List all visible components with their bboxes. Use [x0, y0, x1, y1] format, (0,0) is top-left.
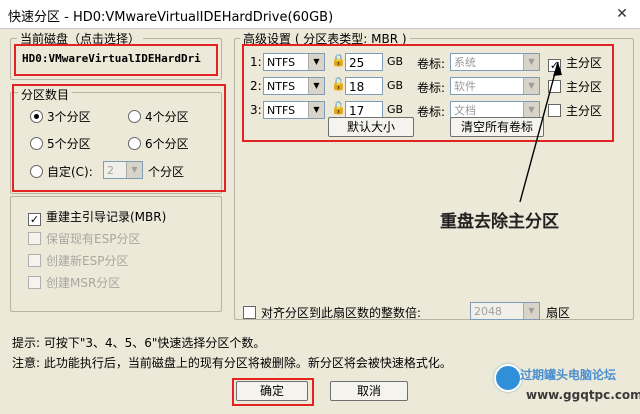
partition-count-label: 分区数目	[18, 86, 73, 103]
row3-index: 3:	[250, 103, 262, 117]
align-value: 2048	[474, 305, 502, 318]
row1-fs-value: NTFS	[267, 56, 296, 69]
align-checkbox[interactable]: 对齐分区到此扇区数的整数倍:	[243, 304, 421, 321]
row3-unit: GB	[387, 103, 404, 116]
chevron-down-icon: ▼	[523, 303, 539, 319]
chevron-down-icon: ▼	[126, 162, 142, 178]
watermark-logo-icon	[494, 364, 522, 392]
chevron-down-icon: ▼	[308, 102, 324, 118]
hint-line-1: 提示: 可按下"3、4、5、6"快速选择分区个数。	[12, 336, 266, 350]
custom-count-select[interactable]: 2 ▼	[103, 161, 143, 179]
quick-partition-dialog: 快速分区 - HD0:VMwareVirtualIDEHardDrive(60G…	[0, 0, 640, 414]
row2-size-input[interactable]: 18	[345, 77, 383, 95]
radio-3-partitions[interactable]: 3个分区	[30, 108, 91, 125]
row3-vol-label: 卷标:	[417, 105, 446, 119]
rebuild-mbr-checkbox[interactable]: ✓ 重建主引导记录(MBR)	[28, 208, 166, 226]
lock-open-icon[interactable]: 🔓	[331, 101, 346, 115]
radio-6-label: 6个分区	[145, 137, 189, 151]
row1-fs-select[interactable]: NTFS ▼	[263, 53, 325, 71]
row2-vol-value: 软件	[454, 80, 476, 93]
hint-line-2: 注意: 此功能执行后，当前磁盘上的现有分区将被删除。新分区将会被快速格式化。	[12, 356, 452, 370]
keep-esp-label: 保留现有ESP分区	[46, 232, 141, 246]
create-esp-box[interactable]	[28, 254, 41, 267]
create-msr-box[interactable]	[28, 276, 41, 289]
radio-6-dot[interactable]	[128, 137, 141, 150]
arrow-head	[553, 62, 562, 76]
row3-size-value: 17	[349, 104, 365, 118]
radio-custom-dot[interactable]	[30, 165, 43, 178]
watermark: 过期罐头电脑论坛 www.ggqtpc.com	[486, 362, 640, 410]
create-esp-checkbox[interactable]: 创建新ESP分区	[28, 252, 128, 269]
align-unit: 扇区	[546, 306, 571, 320]
radio-6-partitions[interactable]: 6个分区	[128, 135, 189, 152]
arrow-line	[519, 61, 559, 203]
row1-unit: GB	[387, 55, 404, 68]
radio-5-label: 5个分区	[47, 137, 91, 151]
radio-custom-label: 自定(C):	[47, 165, 93, 179]
lock-open-icon[interactable]: 🔓	[331, 77, 346, 91]
create-msr-label: 创建MSR分区	[46, 276, 121, 290]
row2-unit: GB	[387, 79, 404, 92]
chevron-down-icon: ▼	[308, 54, 324, 70]
create-esp-label: 创建新ESP分区	[46, 254, 129, 268]
current-disk-value[interactable]: HD0:VMwareVirtualIDEHardDri	[22, 52, 201, 65]
radio-5-dot[interactable]	[30, 137, 43, 150]
row2-fs-value: NTFS	[267, 80, 296, 93]
row1-index: 1:	[250, 55, 262, 69]
default-size-button[interactable]: 默认大小	[328, 117, 414, 137]
radio-3-label: 3个分区	[47, 110, 91, 124]
radio-3-dot[interactable]	[30, 110, 43, 123]
radio-4-partitions[interactable]: 4个分区	[128, 108, 189, 125]
row3-fs-select[interactable]: NTFS ▼	[263, 101, 325, 119]
radio-4-dot[interactable]	[128, 110, 141, 123]
row1-size-input[interactable]: 25	[345, 53, 383, 71]
row3-fs-value: NTFS	[267, 104, 296, 117]
align-box[interactable]	[243, 306, 256, 319]
check-icon[interactable]: ✓	[28, 213, 41, 226]
annotation-text: 重盘去除主分区	[440, 212, 559, 232]
title-bar: 快速分区 - HD0:VMwareVirtualIDEHardDrive(60G…	[0, 0, 640, 29]
row2-fs-select[interactable]: NTFS ▼	[263, 77, 325, 95]
radio-4-label: 4个分区	[145, 110, 189, 124]
row2-vol-label: 卷标:	[417, 81, 446, 95]
cancel-button[interactable]: 取消	[330, 381, 408, 401]
annotation-arrow	[519, 61, 562, 203]
create-msr-checkbox[interactable]: 创建MSR分区	[28, 274, 120, 291]
row1-vol-label: 卷标:	[417, 57, 446, 71]
watermark-url: www.ggqtpc.com	[526, 388, 640, 402]
close-icon[interactable]: ✕	[610, 4, 634, 24]
rebuild-mbr-label: 重建主引导记录(MBR)	[46, 210, 167, 224]
row1-size-value: 25	[349, 56, 365, 70]
custom-count-suffix: 个分区	[148, 165, 185, 179]
lock-closed-icon[interactable]: 🔒	[331, 53, 346, 67]
ok-button[interactable]: 确定	[236, 381, 308, 401]
row1-vol-value: 系统	[454, 56, 476, 69]
radio-5-partitions[interactable]: 5个分区	[30, 135, 91, 152]
radio-custom[interactable]: 自定(C):	[30, 163, 93, 180]
row2-size-value: 18	[349, 80, 365, 94]
keep-esp-box[interactable]	[28, 232, 41, 245]
window-title: 快速分区 - HD0:VMwareVirtualIDEHardDrive(60G…	[8, 10, 334, 25]
keep-esp-checkbox[interactable]: 保留现有ESP分区	[28, 230, 140, 247]
row3-vol-value: 文档	[454, 104, 476, 117]
align-label: 对齐分区到此扇区数的整数倍:	[261, 306, 422, 320]
custom-count-value: 2	[107, 164, 114, 177]
watermark-text: 过期罐头电脑论坛	[520, 368, 617, 382]
row2-index: 2:	[250, 79, 262, 93]
align-select[interactable]: 2048 ▼	[470, 302, 540, 320]
chevron-down-icon: ▼	[308, 78, 324, 94]
